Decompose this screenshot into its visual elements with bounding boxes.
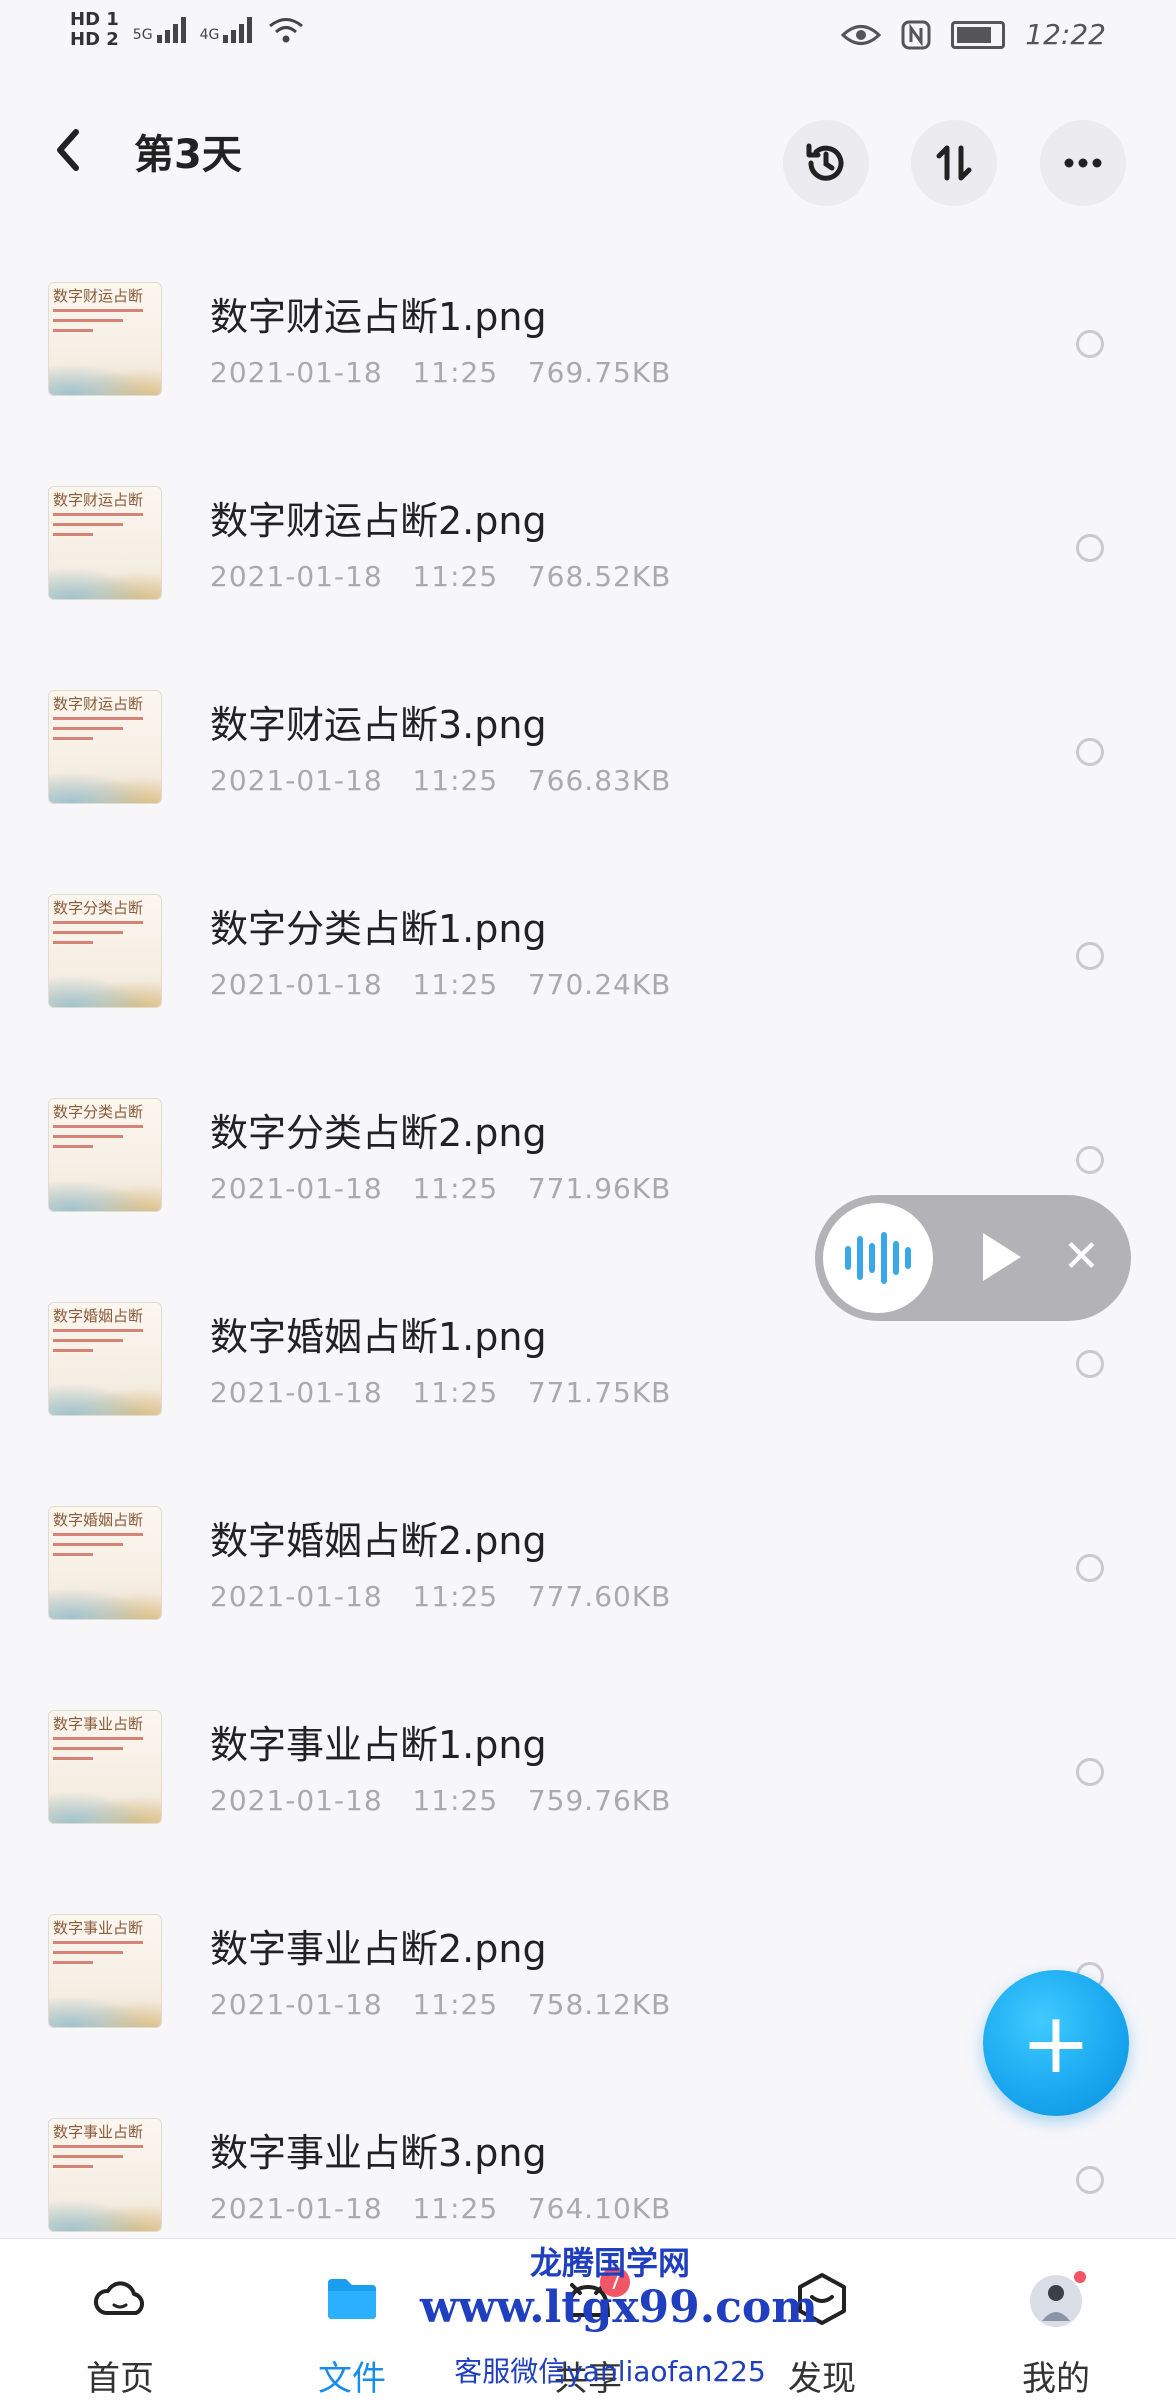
file-meta: 2021-01-18 11:25 764.10KB [210,2192,672,2225]
file-thumbnail: 数字分类占断 [48,894,162,1008]
audio-wave-icon[interactable] [823,1203,933,1313]
file-meta: 2021-01-18 11:25 777.60KB [210,1580,672,1613]
clock: 12:22 [1025,18,1106,51]
file-name: 数字财运占断1.png [210,295,547,339]
tab-home[interactable]: 首页 [20,2239,220,2401]
plus-icon: + [1020,1994,1092,2092]
status-right: 12:22 [841,18,1106,51]
list-item[interactable]: 数字财运占断 数字财运占断3.png 2021-01-18 11:25 766.… [0,654,1176,858]
tab-label: 我的 [1022,2359,1090,2399]
list-item[interactable]: 数字分类占断 数字分类占断1.png 2021-01-18 11:25 770.… [0,858,1176,1062]
file-name: 数字事业占断3.png [210,2131,547,2175]
select-radio[interactable] [1076,330,1104,358]
select-radio[interactable] [1076,1758,1104,1786]
chevron-left-icon [57,129,79,171]
wifi-icon [269,18,304,43]
history-button[interactable] [783,120,869,206]
file-meta: 2021-01-18 11:25 771.75KB [210,1376,672,1409]
tab-me[interactable]: 我的 [956,2239,1156,2401]
signal1-icon [156,17,186,43]
network2-label: 4G [199,27,220,43]
file-thumbnail: 数字婚姻占断 [48,1506,162,1620]
file-name: 数字婚姻占断2.png [210,1519,547,1563]
list-item[interactable]: 数字婚姻占断 数字婚姻占断2.png 2021-01-18 11:25 777.… [0,1470,1176,1674]
watermark-line1: 龙腾国学网 [529,2244,690,2282]
status-left: HD 1 HD 2 5G 4G [70,10,306,50]
list-item[interactable]: 数字财运占断 数字财运占断2.png 2021-01-18 11:25 768.… [0,450,1176,654]
list-item[interactable]: 数字事业占断 数字事业占断1.png 2021-01-18 11:25 759.… [0,1674,1176,1878]
hd1-label: HD 1 [70,9,119,30]
thumbnail-title: 数字婚姻占断 [53,1511,144,1529]
sort-icon [936,145,972,181]
file-thumbnail: 数字事业占断 [48,2118,162,2232]
play-icon[interactable] [983,1233,1021,1281]
watermark-line3: 客服微信yanliaofan225 [454,2355,766,2388]
thumbnail-title: 数字事业占断 [53,2123,144,2141]
eye-icon [841,24,882,45]
thumbnail-title: 数字财运占断 [53,491,144,509]
file-name: 数字财运占断3.png [210,703,547,747]
back-button[interactable] [48,120,108,180]
hd2-label: HD 2 [70,29,119,50]
select-radio[interactable] [1076,534,1104,562]
page-title: 第3天 [134,132,242,178]
select-radio[interactable] [1076,1146,1104,1174]
more-icon [1064,158,1102,168]
folder-icon [328,2279,376,2319]
cloud-icon [93,2281,145,2315]
file-meta: 2021-01-18 11:25 770.24KB [210,968,672,1001]
signal2-icon [223,17,253,43]
list-item[interactable]: 数字财运占断 数字财运占断1.png 2021-01-18 11:25 769.… [0,246,1176,450]
hd-indicators: HD 1 HD 2 [70,10,119,50]
file-thumbnail: 数字财运占断 [48,486,162,600]
select-radio[interactable] [1076,942,1104,970]
history-icon [806,143,844,181]
tab-label: 文件 [318,2359,386,2399]
select-radio[interactable] [1076,2166,1104,2194]
file-meta: 2021-01-18 11:25 768.52KB [210,560,672,593]
thumbnail-title: 数字事业占断 [53,1919,144,1937]
select-radio[interactable] [1076,1554,1104,1582]
avatar-icon [1030,2271,1086,2327]
file-meta: 2021-01-18 11:25 758.12KB [210,1988,672,2021]
file-thumbnail: 数字事业占断 [48,1914,162,2028]
header-bar: 第3天 [0,100,1176,210]
close-icon[interactable]: ✕ [1063,1227,1100,1287]
thumbnail-title: 数字分类占断 [53,1103,144,1121]
battery-icon [951,20,1006,49]
file-thumbnail: 数字财运占断 [48,282,162,396]
file-name: 数字分类占断2.png [210,1111,547,1155]
network1-label: 5G [132,27,153,43]
thumbnail-title: 数字分类占断 [53,899,144,917]
thumbnail-title: 数字婚姻占断 [53,1307,144,1325]
tab-label: 首页 [86,2359,154,2399]
select-radio[interactable] [1076,1350,1104,1378]
file-meta: 2021-01-18 11:25 769.75KB [210,356,672,389]
file-meta: 2021-01-18 11:25 759.76KB [210,1784,672,1817]
nfc-icon [901,20,931,49]
thumbnail-title: 数字财运占断 [53,695,144,713]
file-meta: 2021-01-18 11:25 766.83KB [210,764,672,797]
file-name: 数字婚姻占断1.png [210,1315,547,1359]
file-name: 数字分类占断1.png [210,907,547,951]
status-bar: HD 1 HD 2 5G 4G 12:22 [0,0,1176,80]
more-button[interactable] [1040,120,1126,206]
select-radio[interactable] [1076,738,1104,766]
file-thumbnail: 数字财运占断 [48,690,162,804]
sort-button[interactable] [911,120,997,206]
thumbnail-title: 数字财运占断 [53,287,144,305]
file-thumbnail: 数字婚姻占断 [48,1302,162,1416]
file-thumbnail: 数字事业占断 [48,1710,162,1824]
audio-player-pill[interactable]: ✕ [815,1195,1131,1321]
watermark-line2: www.ltgx99.com [420,2282,818,2333]
file-meta: 2021-01-18 11:25 771.96KB [210,1172,672,1205]
file-thumbnail: 数字分类占断 [48,1098,162,1212]
file-name: 数字事业占断1.png [210,1723,547,1767]
file-name: 数字财运占断2.png [210,499,547,543]
thumbnail-title: 数字事业占断 [53,1715,144,1733]
file-name: 数字事业占断2.png [210,1927,547,1971]
add-button[interactable]: + [983,1970,1129,2116]
